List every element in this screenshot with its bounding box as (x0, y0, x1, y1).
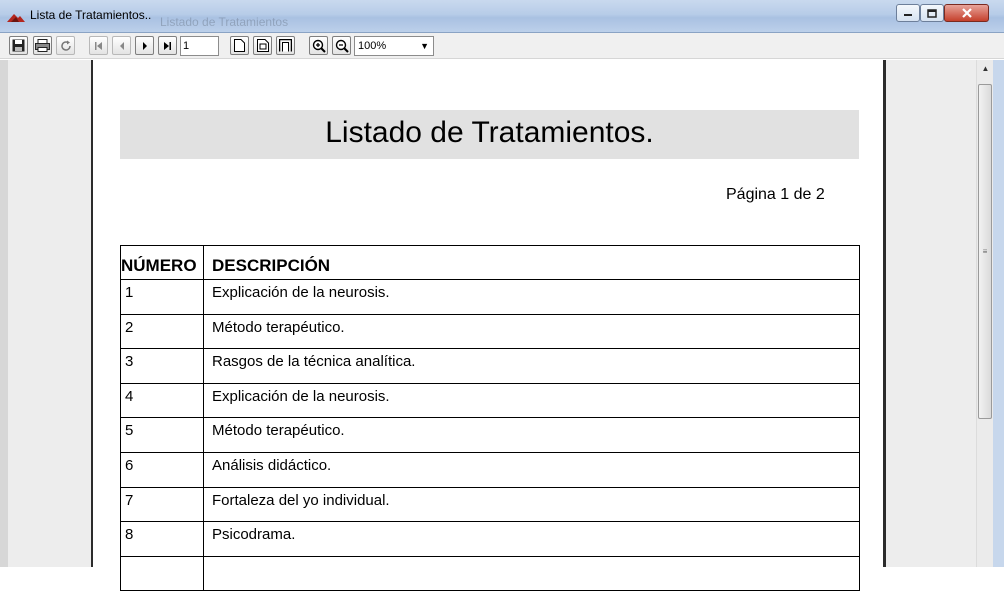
chevron-down-icon: ▼ (420, 41, 429, 51)
prev-page-button[interactable] (112, 36, 131, 55)
row-number: 8 (120, 521, 204, 557)
row-description: Psicodrama. (203, 521, 860, 557)
zoom-out-icon (335, 39, 349, 53)
background-window-title: Listado de Tratamientos (160, 15, 289, 29)
treatments-table: NÚMERO DESCRIPCIÓN 1 Explicación de la ne… (120, 245, 860, 591)
zoom-select[interactable]: 100% ▼ (354, 36, 434, 56)
row-number: 1 (120, 279, 204, 315)
report-page: Listado de Tratamientos. Página 1 de 2 N… (91, 60, 886, 591)
minimize-button[interactable] (896, 4, 920, 22)
zoom-in-button[interactable] (309, 36, 328, 55)
window-right-border (993, 60, 1004, 567)
row-number: 7 (120, 486, 204, 523)
print-button[interactable] (33, 36, 52, 55)
next-page-icon (142, 41, 147, 50)
table-row: 7 Fortaleza del yo individual. (120, 486, 860, 523)
table-row: 5 Método terapéutico. (120, 417, 860, 453)
table-row-partial (120, 555, 860, 591)
table-row: 3 Rasgos de la técnica analítica. (120, 348, 860, 384)
row-number: 4 (120, 382, 204, 419)
maximize-button[interactable] (920, 4, 944, 22)
column-header-number: NÚMERO (120, 245, 204, 280)
row-description: Análisis didáctico. (203, 451, 860, 488)
row-number: 2 (120, 313, 204, 350)
column-header-description: DESCRIPCIÓN (203, 245, 860, 280)
prev-page-icon (119, 41, 124, 50)
app-logo-icon (7, 14, 25, 22)
table-row: 1 Explicación de la neurosis. (120, 279, 860, 315)
toolbar: 1 100% ▼ (0, 33, 1004, 59)
next-page-button[interactable] (135, 36, 154, 55)
table-row: 6 Análisis didáctico. (120, 451, 860, 488)
maximize-icon (927, 8, 937, 18)
print-icon (35, 39, 50, 52)
window-title: Lista de Tratamientos.. (30, 8, 152, 22)
row-description: Rasgos de la técnica analítica. (203, 348, 860, 384)
save-icon (12, 39, 25, 52)
minimize-icon (904, 14, 912, 16)
row-description: Fortaleza del yo individual. (203, 486, 860, 523)
row-description: Método terapéutico. (203, 417, 860, 453)
scroll-up-button[interactable]: ▲ (977, 60, 994, 77)
close-icon (961, 8, 972, 18)
last-page-button[interactable] (158, 36, 177, 55)
refresh-icon (60, 40, 71, 51)
zoom-in-icon (312, 39, 326, 53)
chevron-up-icon: ▲ (981, 64, 990, 73)
zoom-out-button[interactable] (332, 36, 351, 55)
page-number-input[interactable]: 1 (180, 36, 219, 56)
zoom-value: 100% (358, 40, 387, 52)
refresh-button[interactable] (56, 36, 75, 55)
single-page-icon (234, 39, 245, 52)
last-page-icon (164, 41, 171, 50)
close-button[interactable] (944, 4, 989, 22)
table-row: 8 Psicodrama. (120, 521, 860, 557)
table-row: 2 Método terapéutico. (120, 313, 860, 350)
single-page-button[interactable] (230, 36, 249, 55)
row-description: Explicación de la neurosis. (203, 382, 860, 419)
scrollbar-thumb[interactable]: ≡ (978, 84, 992, 419)
row-description: Explicación de la neurosis. (203, 279, 860, 315)
vertical-scrollbar[interactable]: ▲ ≡ (976, 60, 993, 567)
save-button[interactable] (9, 36, 28, 55)
page-indicator: Página 1 de 2 (726, 186, 825, 203)
row-number: 5 (120, 417, 204, 453)
report-title: Listado de Tratamientos. (120, 110, 859, 159)
title-bar: Lista de Tratamientos.. Listado de Trata… (0, 0, 1004, 33)
full-page-button[interactable] (276, 36, 295, 55)
row-number: 3 (120, 348, 204, 384)
row-number: 6 (120, 451, 204, 488)
first-page-icon (95, 41, 102, 50)
table-row: 4 Explicación de la neurosis. (120, 382, 860, 419)
report-viewer: Listado de Tratamientos. Página 1 de 2 N… (0, 60, 976, 591)
page-width-button[interactable] (253, 36, 272, 55)
first-page-button[interactable] (89, 36, 108, 55)
row-description: Método terapéutico. (203, 313, 860, 350)
grip-icon: ≡ (982, 247, 988, 256)
full-page-icon (279, 39, 292, 52)
table-header-row: NÚMERO DESCRIPCIÓN (120, 245, 860, 280)
page-width-icon (256, 39, 269, 52)
